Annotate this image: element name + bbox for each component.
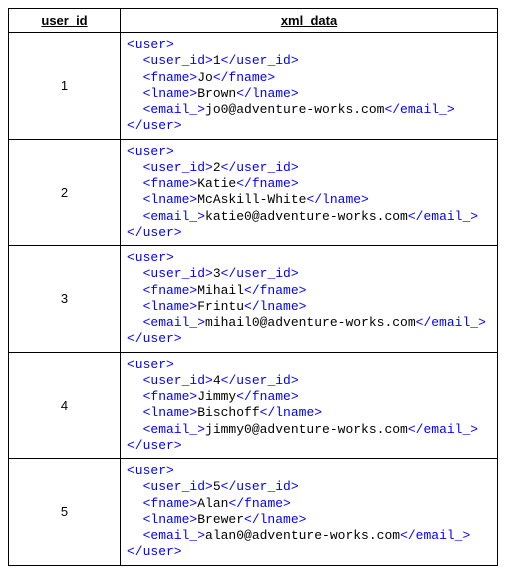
user-id-cell: 4 [9,352,121,459]
table-row: 2<user> <user_id>2</user_id> <fname>Kati… [9,139,498,246]
xml-data-cell: <user> <user_id>2</user_id> <fname>Katie… [121,139,498,246]
user-id-cell: 5 [9,459,121,566]
xml-content: <user> <user_id>1</user_id> <fname>Jo</f… [127,37,491,135]
table-row: 3<user> <user_id>3</user_id> <fname>Miha… [9,246,498,353]
xml-data-cell: <user> <user_id>3</user_id> <fname>Mihai… [121,246,498,353]
xml-data-cell: <user> <user_id>5</user_id> <fname>Alan<… [121,459,498,566]
xml-content: <user> <user_id>4</user_id> <fname>Jimmy… [127,357,491,455]
data-table: user_id xml_data 1<user> <user_id>1</use… [8,8,498,566]
header-xml-data: xml_data [121,9,498,33]
table-row: 5<user> <user_id>5</user_id> <fname>Alan… [9,459,498,566]
xml-data-cell: <user> <user_id>1</user_id> <fname>Jo</f… [121,33,498,140]
xml-data-cell: <user> <user_id>4</user_id> <fname>Jimmy… [121,352,498,459]
user-id-cell: 3 [9,246,121,353]
xml-content: <user> <user_id>5</user_id> <fname>Alan<… [127,463,491,561]
user-id-cell: 2 [9,139,121,246]
table-row: 1<user> <user_id>1</user_id> <fname>Jo</… [9,33,498,140]
header-user-id: user_id [9,9,121,33]
header-row: user_id xml_data [9,9,498,33]
xml-content: <user> <user_id>2</user_id> <fname>Katie… [127,144,491,242]
xml-content: <user> <user_id>3</user_id> <fname>Mihai… [127,250,491,348]
table-row: 4<user> <user_id>4</user_id> <fname>Jimm… [9,352,498,459]
user-id-cell: 1 [9,33,121,140]
